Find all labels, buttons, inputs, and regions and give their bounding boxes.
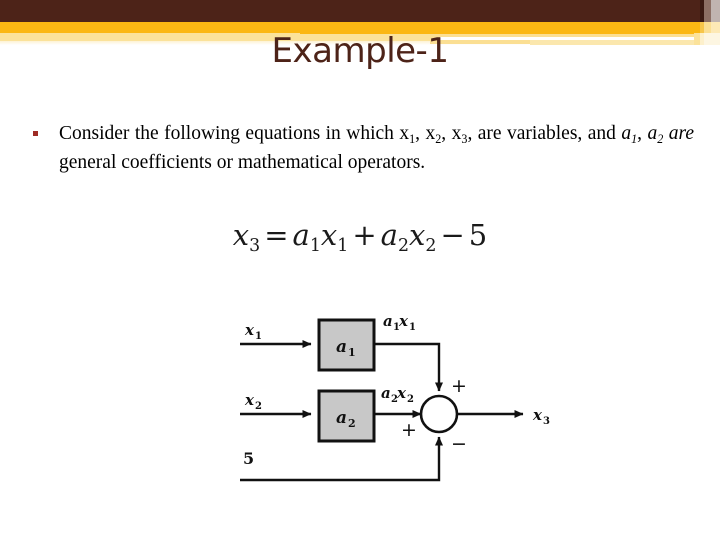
sum-sign-left: + xyxy=(401,419,417,441)
bullet-seg-11: 2 xyxy=(657,131,664,146)
bullet-seg-8: 1 xyxy=(631,131,638,146)
sum-sign-top: + xyxy=(451,375,467,397)
equation-minus: − xyxy=(440,218,465,252)
equation-plus: + xyxy=(352,218,377,252)
equation-term1-coeff: a xyxy=(292,218,310,252)
equation-term2-coeff-sub: 2 xyxy=(397,235,410,256)
equation-equals: = xyxy=(264,218,289,252)
header-brown-band xyxy=(0,0,720,22)
equation-constant: 5 xyxy=(468,218,488,252)
bullet-seg-5: 3 xyxy=(461,131,468,146)
diagram-path-constant-to-sum xyxy=(240,436,443,482)
bullet-seg-13: general coefficients or mathematical ope… xyxy=(59,152,426,173)
equation-lhs: x xyxy=(232,218,250,252)
diagram-input-1-sublabel: 1 xyxy=(255,331,262,342)
diagram-output-sublabel: 3 xyxy=(543,416,550,427)
equation-term1-coeff-sub: 1 xyxy=(309,235,321,256)
summing-junction xyxy=(419,394,459,434)
equation-display: x3 = a1x1 + a2x2−5 xyxy=(0,218,720,256)
list-item: Consider the following equations in whic… xyxy=(28,120,694,177)
diagram-block-a2-label: a xyxy=(336,408,347,428)
equation-lhs-sub: 3 xyxy=(249,235,261,256)
diagram-block-a1-sublabel: 1 xyxy=(348,346,356,359)
slide-canvas: Example-1 Consider the following equatio… xyxy=(0,0,720,540)
bullet-seg-2: , x xyxy=(415,123,436,144)
diagram-input-1-label: x xyxy=(244,321,255,339)
bullet-seg-4: , x xyxy=(441,123,462,144)
block-diagram: x 1 a 1 a 1 x 1 + x 2 a 2 a 2 x 2 + 5 − … xyxy=(215,292,575,492)
diagram-input-2-label: x xyxy=(244,391,255,409)
bullet-seg-9: , xyxy=(637,123,648,144)
bullet-seg-12: are xyxy=(663,123,695,144)
bullet-paragraph: Consider the following equations in whic… xyxy=(59,120,694,177)
diagram-output-label: x xyxy=(532,406,543,424)
bullet-seg-10: a xyxy=(647,123,658,144)
diagram-output-a2x2-label: a xyxy=(381,384,391,402)
diagram-block-a1-label: a xyxy=(336,337,347,357)
equation-term2-coeff: a xyxy=(380,218,398,252)
bullet-seg-1: 1 xyxy=(409,131,416,146)
equation-term2-var-sub: 2 xyxy=(425,235,437,256)
bullet-seg-7: a xyxy=(621,123,632,144)
svg-text:x: x xyxy=(398,312,409,330)
diagram-input-2-sublabel: 2 xyxy=(255,401,262,412)
bullet-seg-3: 2 xyxy=(435,131,442,146)
diagram-input-3-label: 5 xyxy=(243,449,254,468)
sum-sign-bottom: − xyxy=(451,433,467,455)
diagram-block-a2-sublabel: 2 xyxy=(348,417,356,430)
page-title: Example-1 xyxy=(271,31,449,71)
svg-text:x: x xyxy=(396,384,407,402)
body-content: Consider the following equations in whic… xyxy=(28,120,694,177)
svg-text:2: 2 xyxy=(407,394,414,405)
bullet-seg-0: Consider the following equations in whic… xyxy=(59,123,410,144)
square-bullet-icon xyxy=(33,131,38,136)
svg-text:1: 1 xyxy=(409,322,416,333)
bullet-seg-6: , are variables, and xyxy=(467,123,622,144)
diagram-output-a1x1-label: a xyxy=(383,312,393,330)
equation-term1-var: x xyxy=(320,218,338,252)
equation-term2-var: x xyxy=(409,218,426,252)
equation-term1-var-sub: 1 xyxy=(337,235,349,256)
